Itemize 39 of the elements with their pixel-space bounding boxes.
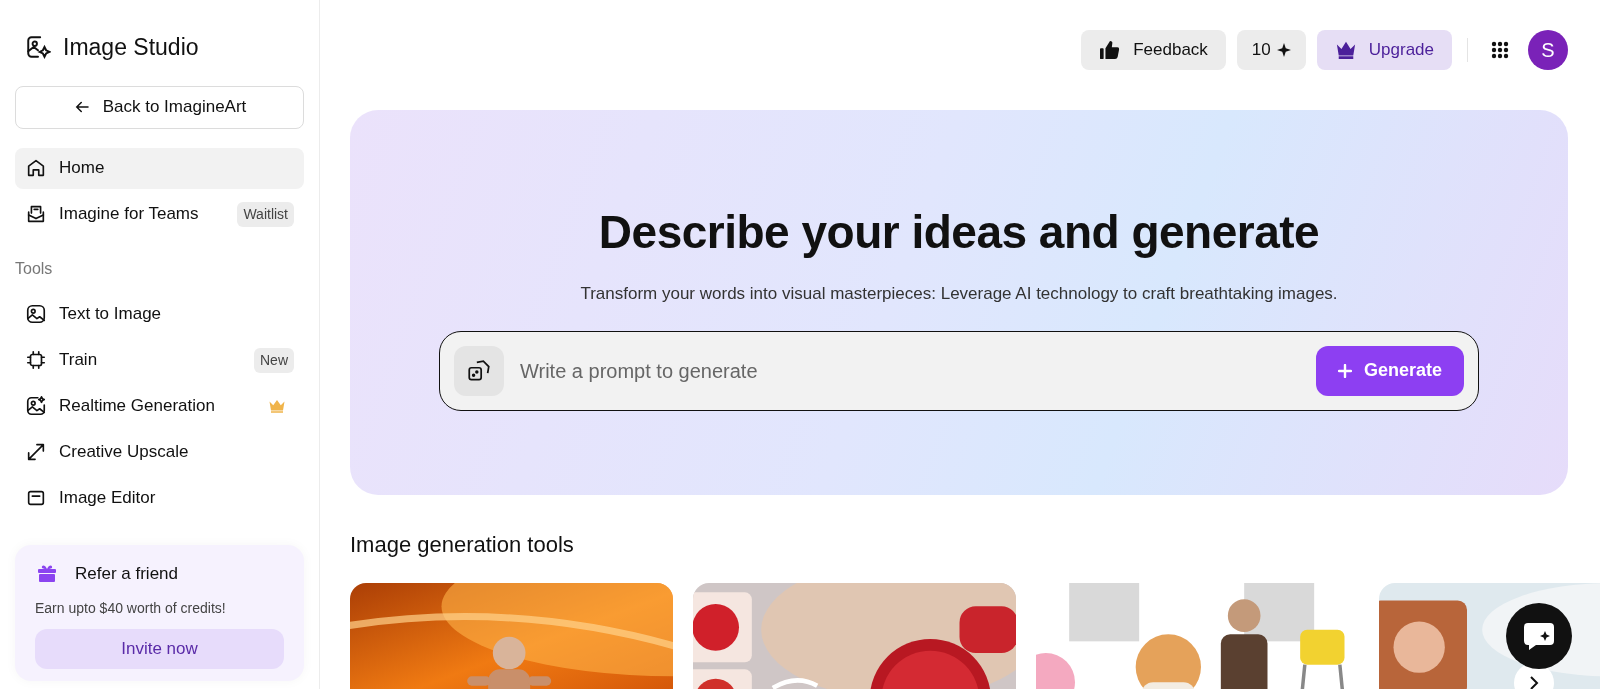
nav-item[interactable]: Train New [15, 339, 304, 381]
nav-item[interactable]: Text to Image [15, 293, 304, 335]
nav-icon [25, 203, 47, 225]
upgrade-button[interactable]: Upgrade [1316, 29, 1452, 70]
invite-button[interactable]: Invite now [35, 629, 284, 669]
apps-grid-icon[interactable] [1491, 40, 1509, 59]
sparkle-icon [1276, 42, 1291, 57]
section-title: Image generation tools [350, 531, 575, 559]
hero-subtitle: Transform your words into visual masterpieces: Leverage AI technology to craft breathtaking images. [580, 283, 1338, 305]
nav-item[interactable]: Realtime Generation [15, 385, 304, 427]
nav-icon [25, 395, 47, 417]
app-title: Image Studio [63, 33, 199, 62]
nav-icon [25, 303, 47, 325]
referral-text: Earn upto $40 worth of credits! [35, 599, 227, 618]
nav-item[interactable]: Home [15, 147, 304, 189]
back-button[interactable]: Back to ImagineArt [15, 85, 304, 129]
credits-button[interactable]: 10 [1236, 29, 1306, 70]
generate-button[interactable]: Generate [1315, 345, 1464, 396]
plus-icon [1337, 363, 1352, 378]
image-sparkle-icon [25, 34, 51, 61]
nav-icon [25, 349, 47, 371]
chevron-right-icon [1528, 675, 1540, 689]
user-avatar[interactable]: S [1528, 29, 1568, 70]
nav-icon [25, 441, 47, 463]
prompt-input[interactable]: Write a prompt to generate [520, 355, 1300, 386]
prompt-field[interactable]: Write a prompt to generate Generate [439, 330, 1479, 411]
feedback-button[interactable]: Feedback [1081, 29, 1226, 70]
section-label: Tools [15, 258, 54, 279]
nav-item[interactable]: Creative Upscale [15, 431, 304, 473]
referral-title: Refer a friend [75, 562, 178, 585]
nav-badge: New [254, 347, 294, 373]
thumbs-up-icon [1099, 39, 1122, 60]
nav-badge: Waitlist [237, 201, 294, 227]
nav-item[interactable]: Image Editor [15, 477, 304, 519]
nav-item[interactable]: Imagine for Teams Waitlist [15, 193, 304, 235]
hero-title: Describe your ideas and generate [598, 205, 1320, 260]
nav-icon [25, 157, 47, 179]
chat-icon [1522, 621, 1556, 651]
dice-icon[interactable] [454, 345, 504, 396]
